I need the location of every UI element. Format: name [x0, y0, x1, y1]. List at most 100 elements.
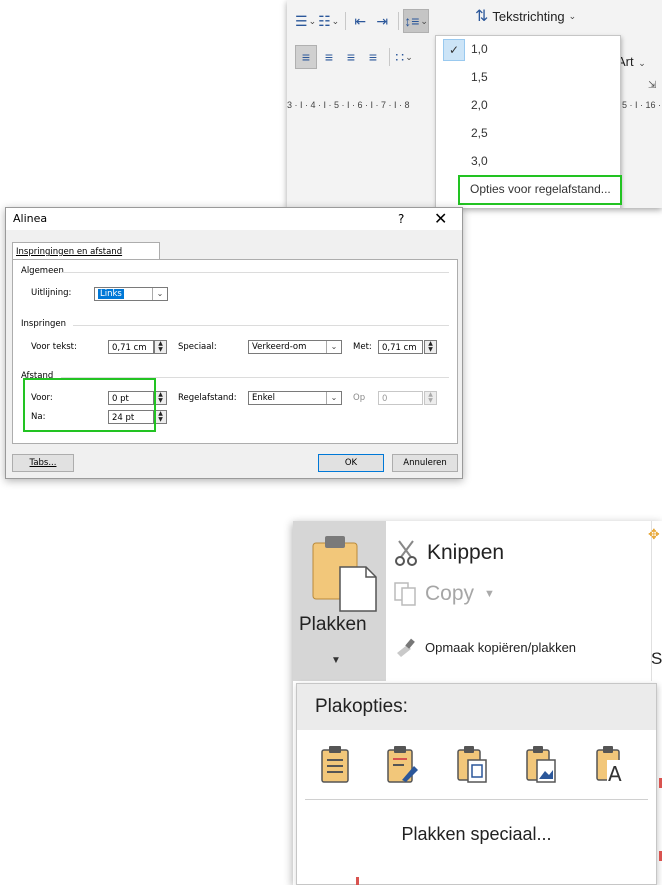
cut-button[interactable]: Knippen — [393, 539, 504, 567]
paste-merge-formatting-icon[interactable] — [384, 744, 420, 784]
chevron-down-icon: ⌄ — [308, 15, 317, 26]
line-spacing-value: 3,0 — [471, 154, 488, 168]
by-field[interactable]: 0,71 cm — [378, 340, 423, 354]
paste-keep-source-icon[interactable] — [317, 744, 353, 784]
indent-before-field[interactable]: 0,71 cm — [108, 340, 154, 354]
format-painter-icon — [397, 638, 415, 657]
chevron-down-icon: ⌄ — [331, 15, 340, 26]
tabs-button-label: Tabs... — [29, 458, 57, 468]
copy-icon — [394, 582, 416, 606]
chevron-down-icon: ⌄ — [638, 58, 646, 68]
dropdown-separator — [305, 799, 648, 800]
justify-button[interactable]: ≡ — [363, 46, 383, 68]
line-spacing-button[interactable]: ↕≡ ⌄ — [403, 9, 429, 33]
line-spacing-label: Regelafstand: — [178, 393, 237, 403]
clipboard-group: Plakken ▼ Knippen Copy ▼ Opmaak kopiëren… — [293, 521, 662, 885]
paste-text-only-icon[interactable]: A — [593, 744, 629, 784]
at-field[interactable]: 0 — [378, 391, 423, 405]
line-spacing-option[interactable]: 3,0 — [436, 148, 620, 174]
paste-split-button[interactable]: Plakken ▼ — [293, 521, 386, 681]
columns-button[interactable]: ∷ ⌄ — [394, 46, 414, 68]
spinner-icon[interactable]: ▲ ▼ — [424, 340, 437, 354]
chevron-down-icon: ⌄ — [152, 288, 167, 300]
spinner-icon[interactable]: ▲ ▼ — [424, 391, 437, 405]
tab-indents-spacing[interactable]: Inspringingen en afstand — [12, 242, 160, 260]
chevron-down-icon: ⌄ — [326, 392, 341, 404]
bullets-button[interactable]: ☰ ⌄ — [295, 10, 316, 32]
ribbon-separator — [398, 12, 400, 30]
ribbon-row-lists: ☰ ⌄ ☷ ⌄ ⇤ ⇥ ↕≡ ⌄ — [295, 8, 431, 34]
checkmark-icon: ✓ — [443, 39, 465, 61]
alignment-label: Uitlijning: — [31, 288, 72, 298]
tabs-button[interactable]: Tabs... — [12, 454, 74, 472]
alignment-value: Links — [98, 289, 124, 299]
line-spacing-value: 1,5 — [471, 70, 488, 84]
special-label: Speciaal: — [178, 342, 217, 352]
group-divider — [73, 325, 449, 326]
line-spacing-option[interactable]: 2,0 — [436, 92, 620, 118]
text-direction-icon: ⇅ — [475, 8, 489, 25]
line-spacing-option[interactable]: ✓ 1,0 — [436, 36, 620, 62]
chevron-down-icon: ⌄ — [420, 15, 428, 26]
ribbon-separator — [389, 48, 390, 66]
tab-page: Algemeen Uitlijning: Links ⌄ Inspringen … — [12, 259, 458, 444]
by-label: Met: — [353, 342, 372, 352]
paste-special-item[interactable]: Plakken speciaal... — [297, 824, 656, 845]
format-painter-button[interactable]: Opmaak kopiëren/plakken — [395, 637, 576, 657]
decrease-indent-button[interactable]: ⇤ — [350, 10, 370, 32]
special-select[interactable]: Verkeerd-om ⌄ — [248, 340, 342, 354]
paste-options-header: Plakopties: — [297, 684, 656, 730]
line-spacing-option[interactable]: 1,5 — [436, 64, 620, 90]
alignment-select[interactable]: Links ⌄ — [94, 287, 168, 301]
align-center-button[interactable]: ≡ — [319, 46, 339, 68]
ruler-right: 5 · I · 16 · — [622, 100, 662, 110]
ok-button[interactable]: OK — [318, 454, 384, 472]
line-spacing-value: 2,0 — [471, 98, 488, 112]
close-icon[interactable]: ✕ — [434, 209, 447, 228]
tab-label: Inspringingen en afstand — [16, 247, 123, 257]
document-marker — [356, 877, 359, 885]
highlight-box — [458, 175, 622, 205]
cancel-button[interactable]: Annuleren — [392, 454, 458, 472]
edge-letter: S — [651, 649, 662, 668]
ribbon-paragraph-group: ☰ ⌄ ☷ ⌄ ⇤ ⇥ ↕≡ ⌄ ⇅ Tekstrichting ⌄ ≡ ≡ ≡ ≡ … — [287, 0, 662, 208]
chevron-down-icon: ⌄ — [405, 51, 413, 62]
paste-options-dropdown: Plakopties: A Plakken speciaal... — [296, 683, 657, 885]
copy-button[interactable]: Copy ▼ — [393, 581, 495, 607]
paste-picture-icon[interactable] — [523, 744, 559, 784]
ribbon-row-align: ≡ ≡ ≡ ≡ ∷ ⌄ — [295, 44, 416, 70]
paste-dropdown-arrow-icon[interactable]: ▼ — [331, 655, 341, 666]
cut-label: Knippen — [427, 541, 505, 564]
special-value: Verkeerd-om — [252, 342, 307, 352]
text-direction-button[interactable]: ⇅ Tekstrichting ⌄ — [475, 6, 576, 26]
numbering-button[interactable]: ☷ ⌄ — [318, 10, 339, 32]
text-direction-label: Tekstrichting — [492, 8, 565, 24]
help-button[interactable]: ? — [398, 212, 404, 226]
copy-label: Copy — [425, 582, 475, 605]
paste-options-title: Plakopties: — [315, 696, 408, 717]
group-title-algemeen: Algemeen — [21, 266, 64, 276]
partial-icon: ✥ — [648, 526, 660, 542]
spinner-icon[interactable]: ▲ ▼ — [154, 340, 167, 354]
smartart-button[interactable]: Art ⌄ — [617, 54, 646, 69]
line-spacing-select[interactable]: Enkel ⌄ — [248, 391, 342, 405]
chevron-down-icon: ⌄ — [568, 10, 577, 21]
ribbon-separator — [345, 12, 347, 30]
format-painter-label: Opmaak kopiëren/plakken — [425, 639, 577, 655]
group-divider — [61, 272, 449, 273]
paste-icon — [312, 536, 377, 612]
align-left-button[interactable]: ≡ — [295, 45, 317, 69]
align-right-button[interactable]: ≡ — [341, 46, 361, 68]
dialog-launcher-icon[interactable]: ⇲ — [648, 80, 656, 91]
paste-picture-frame-icon[interactable] — [454, 744, 490, 784]
dialog-title: Alinea — [13, 212, 48, 225]
paste-label: Plakken — [299, 614, 367, 635]
line-spacing-value: 1,0 — [471, 42, 488, 56]
increase-indent-button[interactable]: ⇥ — [372, 10, 392, 32]
line-spacing-option[interactable]: 2,5 — [436, 120, 620, 146]
line-spacing-value: 2,5 — [471, 126, 488, 140]
paste-options-row: A — [297, 730, 656, 792]
indent-before-label: Voor tekst: — [31, 342, 77, 352]
scissors-icon — [395, 540, 417, 566]
paragraph-dialog: Alinea ? ✕ Inspringingen en afstand Alge… — [5, 207, 463, 479]
